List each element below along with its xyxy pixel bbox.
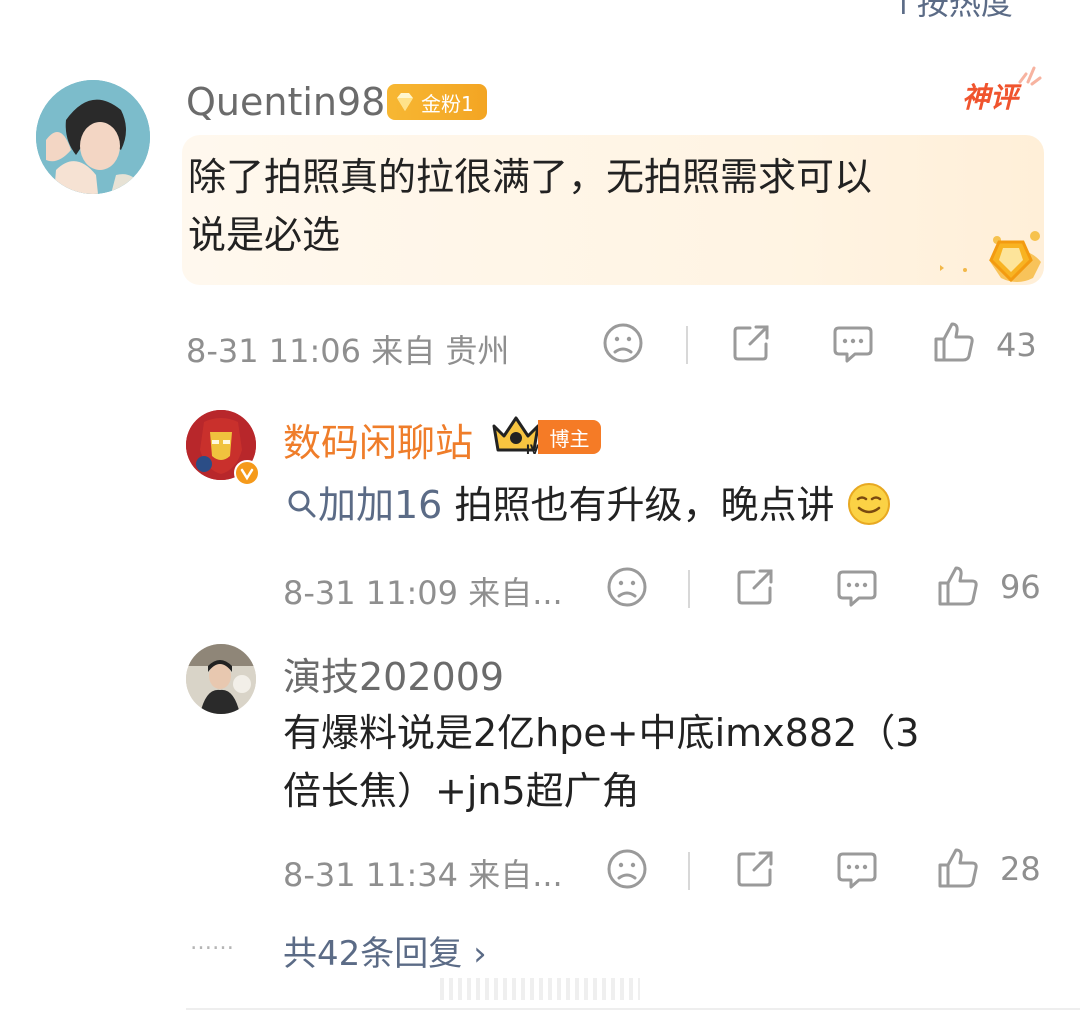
dislike-button[interactable] [602,322,644,364]
hot-tag-label: 神评 [962,81,1019,114]
search-icon [288,490,316,518]
divider [688,570,690,608]
blogger-badge-label: 博主 [549,426,590,451]
mention-label: 加加16 [318,483,443,527]
fan-badge-label: 金粉1 [421,91,474,116]
share-button[interactable] [734,566,776,608]
like-count: 43 [996,326,1037,364]
reply-text-body: 拍照也有升级，晚点讲 [442,483,835,527]
thumbs-up-icon [938,848,978,888]
dislike-button[interactable] [606,848,648,890]
smile-emoji-icon [847,483,890,525]
sort-by-hot-label[interactable]: ↑按热度 [890,0,1013,24]
comment-text-line-1: 除了拍照真的拉很满了，无拍照需求可以 [188,155,873,199]
hot-medal-icon [940,231,1041,283]
reply-button[interactable] [835,566,879,610]
sad-face-icon [603,323,643,363]
reply-text: 加加16 拍照也有升级，晚点讲 [286,476,891,534]
sad-face-icon [607,567,647,607]
thumbs-up-icon [938,566,978,606]
reply-button[interactable] [831,322,875,366]
more-replies-dots: …… [190,930,234,955]
sad-face-icon [607,849,647,889]
avatar[interactable] [36,80,150,194]
crown-icon: IV [492,416,540,456]
sparkle-icon [1018,66,1042,86]
share-icon [733,325,769,361]
divider [688,852,690,890]
reply-username[interactable]: 数码闲聊站 [283,412,473,467]
divider [686,326,688,364]
share-icon [737,851,773,887]
reply-meta: 8-31 11:09 来自... [283,574,563,612]
avatar-illustration-icon [36,80,150,194]
diamond-icon [397,93,413,111]
share-button[interactable] [730,322,772,364]
comment-text-line-2: 说是必选 [188,213,341,257]
reply-username[interactable]: 演技202009 [283,646,504,701]
dislike-button[interactable] [606,566,648,608]
comment-bubble-icon [837,852,877,889]
share-button[interactable] [734,848,776,890]
blogger-badge: 博主 [538,420,601,454]
like-button[interactable] [936,564,980,608]
comment-username[interactable]: Quentin98 [186,80,385,124]
like-button[interactable] [936,846,980,890]
comment-meta: 8-31 11:06 来自 贵州 [186,332,510,370]
reply-meta: 8-31 11:34 来自... [283,856,563,894]
like-count: 96 [1000,568,1041,606]
verified-icon [234,460,260,486]
more-replies-link[interactable]: 共42条回复 › [283,926,487,975]
like-count: 28 [1000,850,1041,888]
reply-avatar[interactable] [186,644,256,714]
mention-link[interactable]: 加加16 [286,483,442,527]
comment-bubble-icon [837,570,877,607]
hot-tag: 神评 [962,66,1042,116]
reply-text-line-2: 倍长焦）+jn5超广角 [283,769,640,813]
reply-button[interactable] [835,848,879,892]
fan-badge: 金粉1 [387,84,487,120]
share-icon [737,569,773,605]
thumbs-up-icon [934,322,974,362]
comment-bubble-icon [833,326,873,363]
scroll-indicator [440,978,640,1000]
person-avatar-icon [186,644,256,714]
like-button[interactable] [932,320,976,364]
reply-text-line-1: 有爆料说是2亿hpe+中底imx882（3 [283,711,920,755]
